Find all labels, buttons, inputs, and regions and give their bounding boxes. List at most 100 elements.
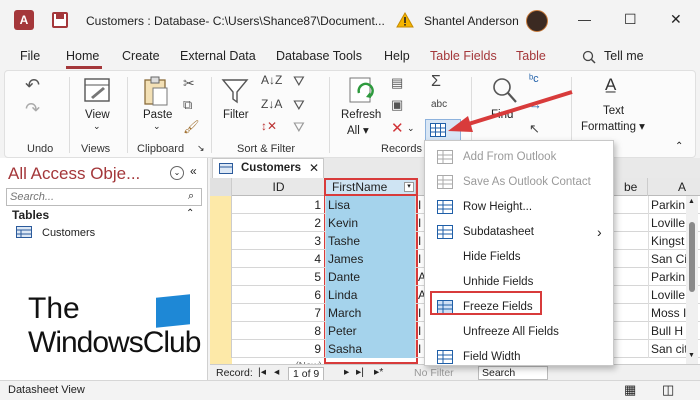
advanced-filter-icon[interactable]: ⛛ <box>293 97 305 114</box>
text-formatting-icon[interactable]: A̲ <box>605 75 616 95</box>
paste-icon[interactable] <box>141 75 171 107</box>
cell-id[interactable]: 2 <box>232 214 326 232</box>
cell-id[interactable]: 6 <box>232 286 326 304</box>
menu-item-field-width[interactable]: Field Width <box>425 345 615 369</box>
tab-create[interactable]: Create <box>122 49 160 63</box>
text-formatting-label[interactable]: Text <box>603 105 624 117</box>
nav-search-input[interactable] <box>6 188 202 206</box>
refresh-all-dropdown[interactable]: All ▾ <box>347 123 369 137</box>
menu-item-subdatasheet[interactable]: Subdatasheet › <box>425 220 615 244</box>
selection-icon[interactable]: ⛛ <box>293 73 305 90</box>
delete-chevron-icon[interactable]: ⌄ <box>407 123 415 134</box>
cell-lastname[interactable]: I <box>416 196 424 214</box>
cell-firstname[interactable]: Sasha <box>326 340 416 358</box>
cell-address[interactable]: Parkin <box>648 196 688 214</box>
record-selector[interactable] <box>210 322 232 340</box>
toggle-filter-icon[interactable]: ⛛ <box>293 119 305 136</box>
close-button[interactable]: ✕ <box>670 11 682 28</box>
cell-address[interactable]: Loville <box>648 286 688 304</box>
minimize-button[interactable]: — <box>578 12 591 27</box>
tell-me-search[interactable]: Tell me <box>604 49 644 63</box>
tab-customers[interactable]: Customers ✕ <box>212 158 324 178</box>
paste-button[interactable]: Paste <box>143 109 172 121</box>
tab-file[interactable]: File <box>20 49 40 63</box>
replace-icon[interactable]: ᵇc <box>529 73 539 85</box>
collapse-section-icon[interactable]: ⌃ <box>186 208 194 219</box>
cell-id[interactable]: 7 <box>232 304 326 322</box>
vertical-scrollbar[interactable]: ▲ ▼ <box>686 196 698 364</box>
new-record-icon[interactable]: ▤ <box>391 75 403 91</box>
column-header-lastname[interactable]: be <box>622 178 648 196</box>
record-selector[interactable] <box>210 304 232 322</box>
cell-lastname[interactable]: I <box>416 322 424 340</box>
shutter-bar-icon[interactable]: « <box>190 164 197 178</box>
tab-external-data[interactable]: External Data <box>180 49 256 63</box>
cell-id[interactable]: 5 <box>232 268 326 286</box>
cell-firstname[interactable]: Lisa <box>326 196 416 214</box>
user-name[interactable]: Shantel Anderson <box>424 14 519 28</box>
record-selector[interactable] <box>210 340 232 358</box>
cell-lastname[interactable]: I <box>416 232 424 250</box>
tab-table[interactable]: Table <box>516 49 546 63</box>
redo-icon[interactable]: ↷ <box>25 99 40 120</box>
scroll-down-icon[interactable]: ▼ <box>688 352 695 359</box>
cell-id[interactable]: 9 <box>232 340 326 358</box>
new-record-button[interactable]: ▸* <box>374 366 383 378</box>
record-selector[interactable] <box>210 268 232 286</box>
delete-icon[interactable]: ✕ <box>391 119 404 137</box>
nav-section-tables[interactable]: Tables <box>12 208 49 222</box>
record-selector[interactable] <box>210 196 232 214</box>
cell-firstname[interactable]: Linda <box>326 286 416 304</box>
save-record-icon[interactable]: ▣ <box>391 97 403 113</box>
cell-id[interactable]: 3 <box>232 232 326 250</box>
collapse-ribbon-icon[interactable]: ⌃ <box>675 141 683 152</box>
tab-database-tools[interactable]: Database Tools <box>276 49 362 63</box>
cell-address[interactable]: Kingst <box>648 232 688 250</box>
formatting-dropdown[interactable]: Formatting ▾ <box>581 119 645 133</box>
cell-id[interactable]: 4 <box>232 250 326 268</box>
tab-table-fields[interactable]: Table Fields <box>430 49 497 63</box>
maximize-button[interactable]: ☐ <box>624 11 637 28</box>
record-position[interactable]: 1 of 9 <box>288 367 325 381</box>
cell-id[interactable]: 1 <box>232 196 326 214</box>
save-icon[interactable] <box>52 12 68 28</box>
cell-lastname[interactable]: I <box>416 250 424 268</box>
cut-icon[interactable]: ✂ <box>183 75 195 92</box>
menu-item-unfreeze-all-fields[interactable]: Unfreeze All Fields <box>425 320 615 344</box>
datasheet-view-icon[interactable]: ▦ <box>624 382 636 398</box>
format-painter-icon[interactable]: 🖌 <box>183 119 200 135</box>
cell-address[interactable]: Bull H <box>648 322 688 340</box>
nav-item-customers[interactable]: Customers <box>42 227 95 239</box>
tab-home[interactable]: Home <box>66 49 99 63</box>
view-chevron-icon[interactable]: ⌄ <box>93 121 101 132</box>
next-record-button[interactable]: ▸ <box>344 366 349 378</box>
filter-button[interactable]: Filter <box>223 109 249 121</box>
close-icon[interactable]: ✕ <box>309 161 319 175</box>
cell-address[interactable]: San cit <box>648 340 688 358</box>
view-icon[interactable] <box>83 77 113 105</box>
sort-descending-icon[interactable]: Z↓A <box>261 97 282 111</box>
sort-ascending-icon[interactable]: A↓Z <box>261 73 282 87</box>
undo-icon[interactable]: ↶ <box>25 75 40 96</box>
cell-lastname[interactable]: A <box>416 268 424 286</box>
select-all-corner[interactable] <box>210 178 232 196</box>
record-selector[interactable] <box>210 232 232 250</box>
scroll-up-icon[interactable]: ▲ <box>688 198 695 205</box>
cell-lastname[interactable]: I <box>416 304 424 322</box>
column-header-address[interactable]: A <box>648 178 700 196</box>
record-selector[interactable] <box>210 214 232 232</box>
scroll-thumb[interactable] <box>689 222 695 292</box>
cell-lastname[interactable]: I <box>416 340 424 358</box>
refresh-all-button[interactable]: Refresh <box>341 109 381 121</box>
design-view-icon[interactable]: ◫ <box>662 382 674 398</box>
cell-firstname[interactable]: Tashe <box>326 232 416 250</box>
menu-item-hide-fields[interactable]: Hide Fields <box>425 245 615 269</box>
copy-icon[interactable]: ⧉ <box>183 97 192 113</box>
cell-address[interactable]: Moss I <box>648 304 688 322</box>
cell-lastname[interactable]: A <box>416 286 424 304</box>
filter-icon[interactable] <box>221 77 249 105</box>
last-record-button[interactable]: ▸| <box>356 366 364 378</box>
record-selector[interactable] <box>210 250 232 268</box>
avatar[interactable] <box>526 10 548 32</box>
column-header-id[interactable]: ID <box>232 178 326 196</box>
